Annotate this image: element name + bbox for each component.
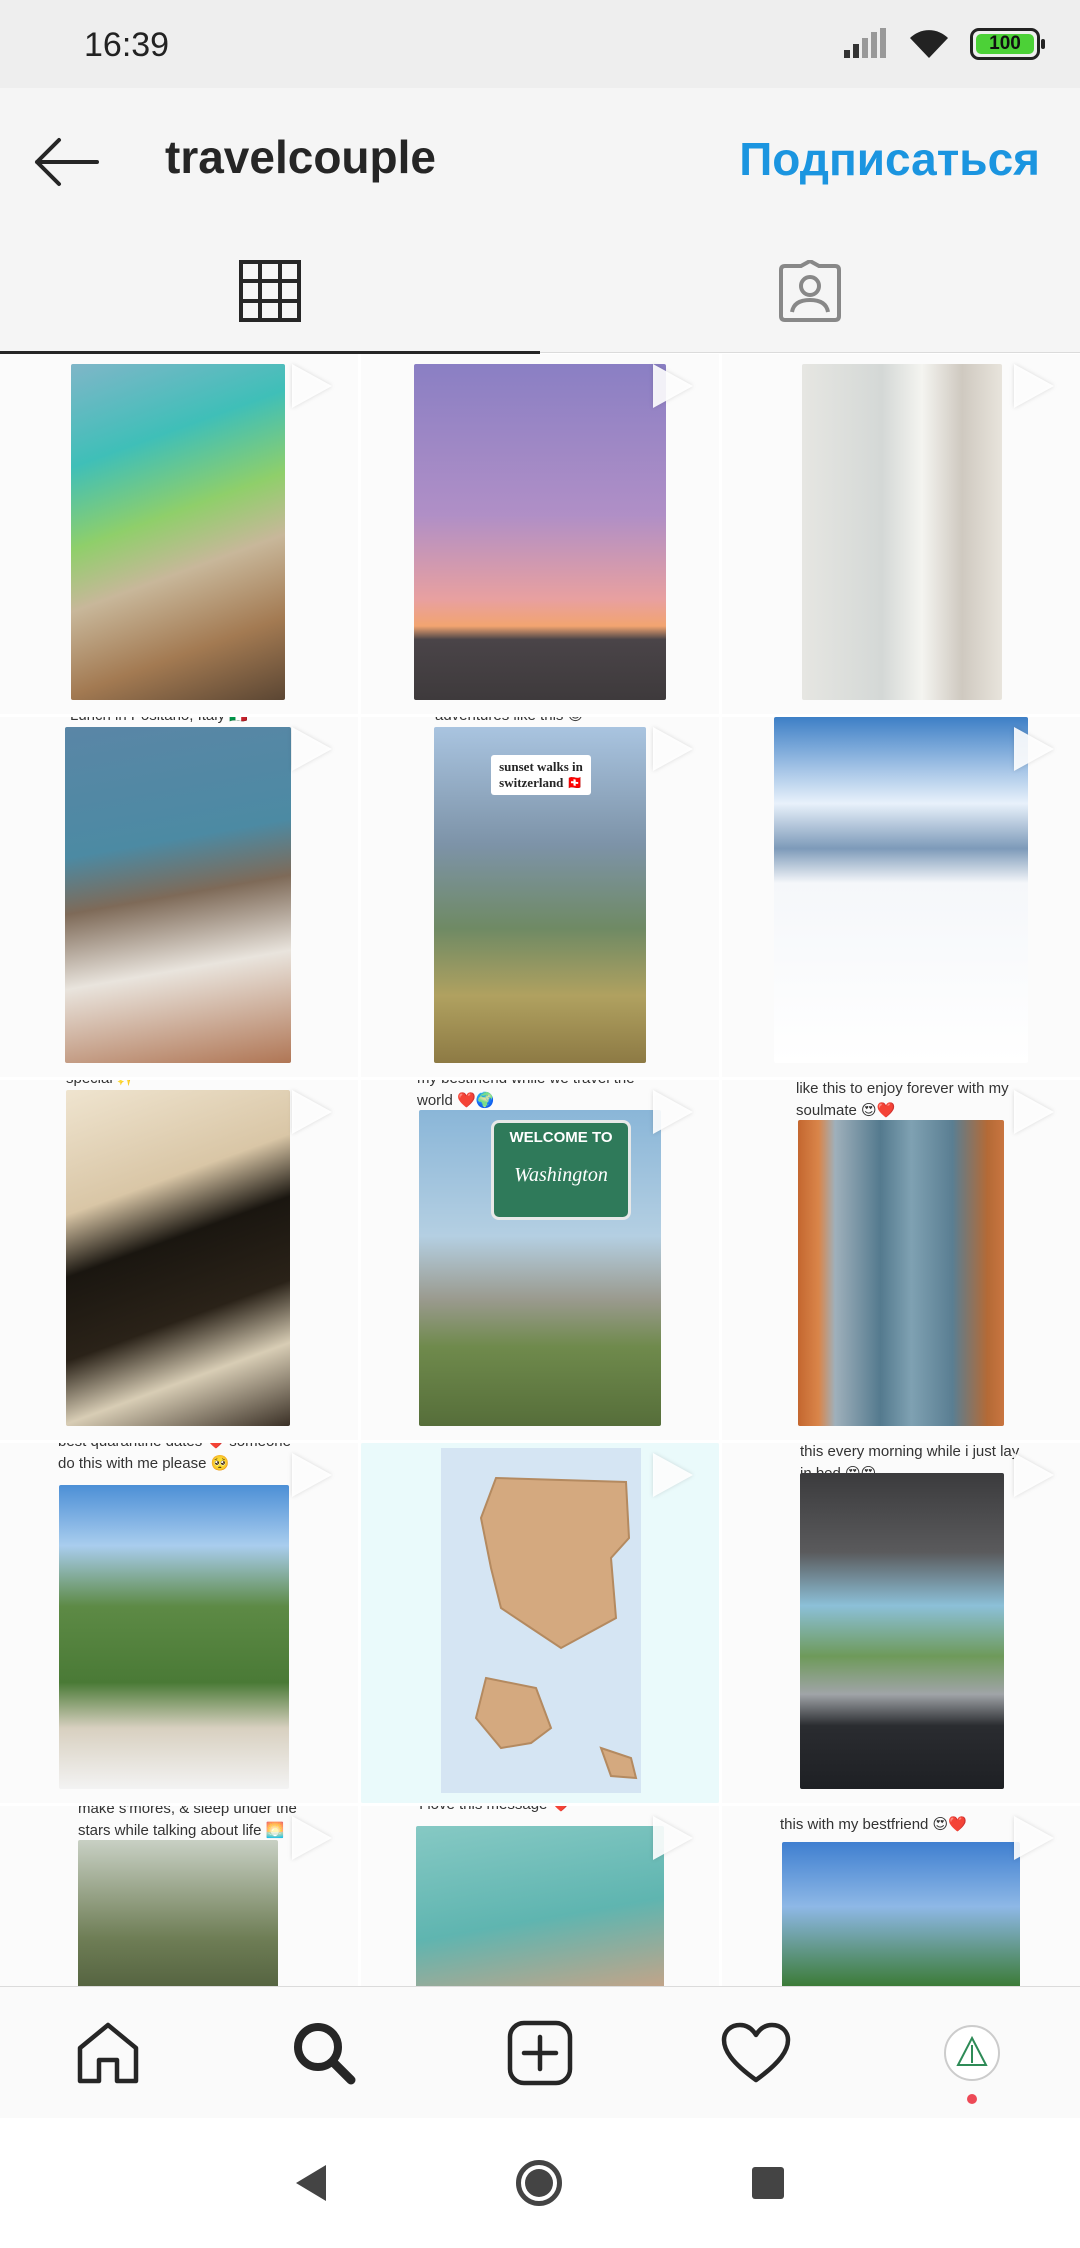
video-icon [653, 1090, 693, 1134]
profile-tabs [0, 228, 1080, 354]
post-thumbnail [65, 727, 291, 1063]
profile-header: travelcouple Подписаться [0, 88, 1080, 228]
overlay-text: sunset walks in switzerland 🇨🇭 [491, 755, 591, 795]
wifi-icon [910, 30, 948, 58]
post-thumbnail [774, 717, 1028, 1063]
system-navigation [0, 2118, 1080, 2248]
post-caption: I love this message ❤️ [419, 1806, 669, 1816]
post-thumbnail [414, 364, 666, 700]
post-tile[interactable]: this every morning while i just lay in b… [722, 1443, 1080, 1803]
video-icon [653, 364, 693, 408]
post-tile[interactable]: make s'mores, & sleep under the stars wh… [0, 1806, 358, 1986]
bottom-navigation [0, 1986, 1080, 2118]
post-thumbnail [78, 1840, 278, 1986]
post-caption: special ✨ [66, 1080, 348, 1090]
post-tile[interactable]: Lunch in Positano, Italy 🇮🇹 [0, 717, 358, 1077]
post-tile[interactable]: adventures like this 😊 sunset walks in s… [361, 717, 719, 1077]
add-post-icon [507, 2020, 573, 2085]
post-caption: make s'mores, & sleep under the stars wh… [78, 1806, 297, 1839]
nav-activity[interactable] [696, 1998, 816, 2108]
post-tile[interactable] [722, 717, 1080, 1077]
tagged-person-icon [779, 259, 841, 322]
post-caption: best quarantine dates ❤️ someone do this… [58, 1443, 291, 1472]
tab-grid[interactable] [0, 228, 540, 354]
video-icon [1014, 1453, 1054, 1497]
back-button[interactable] [26, 122, 106, 202]
avatar-logo-icon [956, 2035, 988, 2066]
avatar [944, 2024, 1000, 2081]
post-tile[interactable] [361, 354, 719, 714]
video-icon [292, 727, 332, 771]
post-thumbnail [798, 1120, 1004, 1426]
sign-state: Washington [514, 1164, 608, 1186]
profile-username: travelcouple [165, 131, 436, 183]
post-caption: Lunch in Positano, Italy 🇮🇹 [70, 717, 348, 727]
signal-icon [844, 28, 886, 58]
nav-home[interactable] [48, 1998, 168, 2108]
system-home-button[interactable] [516, 2160, 562, 2206]
status-time: 16:39 [84, 26, 170, 64]
home-icon [77, 2022, 139, 2083]
home-dot [525, 2169, 553, 2197]
video-icon [1014, 364, 1054, 408]
search-icon [294, 2022, 356, 2084]
grid-icon [239, 259, 301, 322]
post-caption: my bestfriend while we travel the world … [417, 1080, 635, 1109]
heart-icon [721, 2022, 791, 2082]
system-recents-button[interactable] [752, 2167, 784, 2199]
battery-level: 100 [976, 33, 1034, 54]
follow-button[interactable]: Подписаться [739, 132, 1040, 186]
post-caption: like this to enjoy forever with my soulm… [796, 1080, 1009, 1119]
post-tile[interactable]: this with my bestfriend 😍❤️ [722, 1806, 1080, 1986]
post-thumbnail [800, 1473, 1004, 1789]
video-icon [292, 1816, 332, 1860]
post-thumbnail [802, 364, 1002, 700]
post-tile[interactable]: I love this message ❤️ [361, 1806, 719, 1986]
post-tile[interactable]: best quarantine dates ❤️ someone do this… [0, 1443, 358, 1803]
post-caption: this with my bestfriend 😍❤️ [780, 1816, 967, 1833]
sign-title: WELCOME TO [509, 1129, 613, 1146]
post-caption: adventures like this 😊 [435, 717, 709, 727]
post-thumbnail [71, 364, 285, 700]
post-thumbnail [416, 1826, 664, 1986]
status-icons: 100 [844, 24, 1045, 64]
post-tile[interactable] [361, 1443, 719, 1803]
video-icon [1014, 1090, 1054, 1134]
video-icon [653, 727, 693, 771]
post-thumbnail [782, 1842, 1020, 1986]
status-bar: 16:39 100 [0, 0, 1080, 88]
post-tile[interactable]: like this to enjoy forever with my soulm… [722, 1080, 1080, 1440]
nav-search[interactable] [264, 1998, 384, 2108]
tab-tagged[interactable] [540, 228, 1080, 353]
posts-grid: Lunch in Positano, Italy 🇮🇹 adventures l… [0, 354, 1080, 1986]
post-tile[interactable]: my bestfriend while we travel the world … [361, 1080, 719, 1440]
nav-new-post[interactable] [480, 1998, 600, 2108]
post-thumbnail [59, 1485, 289, 1789]
video-icon [1014, 1816, 1054, 1860]
battery-icon: 100 [970, 28, 1045, 60]
map-puzzle [441, 1448, 641, 1793]
post-tile[interactable] [722, 354, 1080, 714]
video-icon [292, 1090, 332, 1134]
nav-profile[interactable] [912, 1998, 1032, 2108]
post-tile[interactable]: special ✨ [0, 1080, 358, 1440]
notification-dot [967, 2093, 977, 2104]
back-arrow-icon [35, 138, 99, 186]
video-icon [653, 1453, 693, 1497]
video-icon [292, 364, 332, 408]
video-icon [1014, 727, 1054, 771]
post-thumbnail [66, 1090, 290, 1426]
system-back-button[interactable] [296, 2165, 326, 2201]
video-icon [653, 1816, 693, 1860]
sign-board: WELCOME TO Washington [491, 1120, 631, 1220]
post-tile[interactable] [0, 354, 358, 714]
video-icon [292, 1453, 332, 1497]
